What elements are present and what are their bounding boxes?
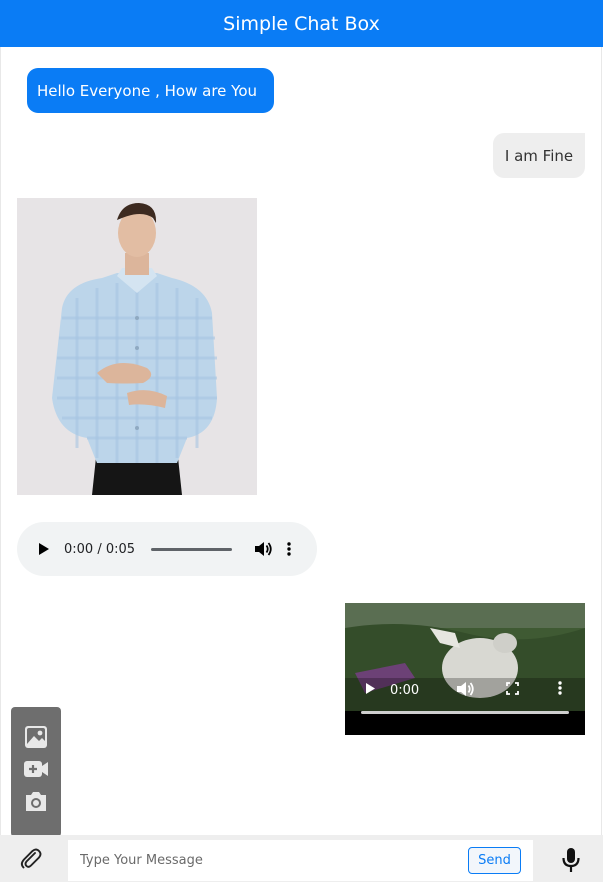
- paperclip-icon[interactable]: [19, 847, 43, 871]
- play-icon[interactable]: [37, 542, 51, 556]
- audio-time: 0:00 / 0:05: [64, 541, 136, 557]
- incoming-message-bubble: Hello Everyone , How are You: [27, 68, 274, 113]
- video-play-icon[interactable]: [365, 682, 376, 699]
- video-player[interactable]: 0:00: [345, 603, 585, 735]
- volume-icon[interactable]: [254, 539, 274, 559]
- message-input[interactable]: [68, 840, 463, 881]
- chat-header: Simple Chat Box: [0, 0, 603, 47]
- fullscreen-icon[interactable]: [506, 682, 519, 699]
- microphone-icon[interactable]: [560, 847, 582, 873]
- man-in-shirt-photo: [17, 198, 257, 495]
- outgoing-message-text: I am Fine: [504, 146, 574, 165]
- attachment-menu: [11, 707, 61, 837]
- send-button[interactable]: Send: [468, 847, 521, 874]
- frame-border-left: [0, 47, 1, 835]
- audio-player[interactable]: 0:00 / 0:05: [17, 522, 317, 576]
- video-time: 0:00: [390, 682, 420, 698]
- video-controls: 0:00: [345, 675, 585, 705]
- outgoing-message-bubble: I am Fine: [493, 133, 585, 178]
- incoming-message-text: Hello Everyone , How are You: [37, 81, 258, 100]
- chat-title: Simple Chat Box: [223, 12, 380, 35]
- more-options-icon[interactable]: [284, 539, 294, 559]
- composer-bar: Send: [0, 835, 603, 882]
- camera-icon[interactable]: [23, 788, 49, 814]
- video-add-icon[interactable]: [23, 756, 49, 782]
- message-input-wrapper: Send: [68, 840, 533, 881]
- video-volume-icon[interactable]: [456, 681, 474, 701]
- image-icon[interactable]: [23, 724, 49, 750]
- video-progress-track[interactable]: [361, 711, 569, 714]
- image-message[interactable]: [17, 198, 257, 495]
- frame-border-right: [601, 47, 602, 835]
- video-more-options-icon[interactable]: [558, 681, 562, 699]
- audio-progress-track[interactable]: [151, 547, 233, 551]
